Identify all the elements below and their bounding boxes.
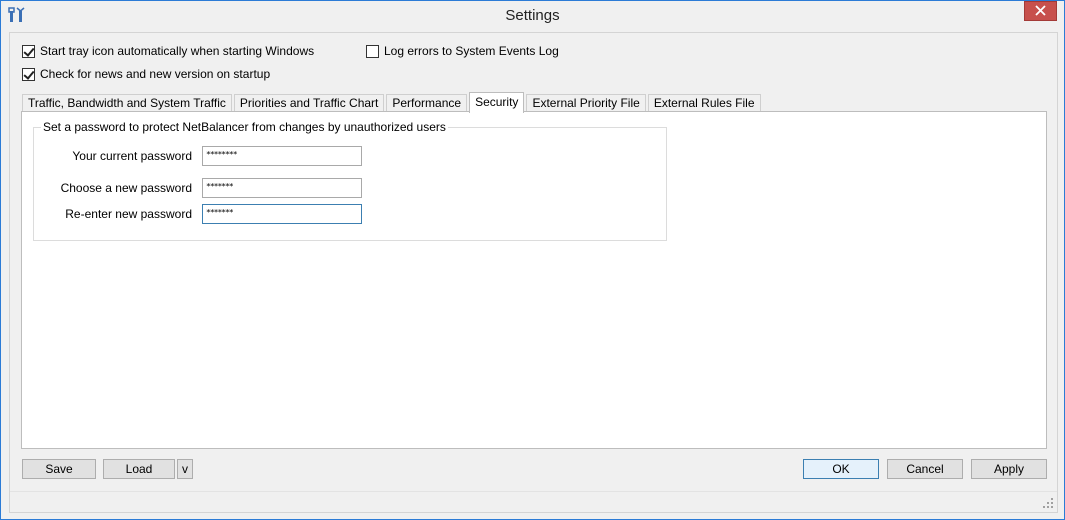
- reenter-password-label: Re-enter new password: [65, 207, 192, 221]
- log-errors-checkbox[interactable]: [366, 44, 379, 58]
- load-button[interactable]: Load: [103, 459, 175, 479]
- check-news-label[interactable]: Check for news and new version on startu…: [40, 67, 270, 81]
- tab-security[interactable]: Security: [469, 92, 525, 113]
- start-tray-option[interactable]: Start tray icon automatically when start…: [22, 43, 314, 59]
- tab-performance[interactable]: Performance: [386, 94, 468, 112]
- tab-priorities-chart[interactable]: Priorities and Traffic Chart: [233, 94, 385, 112]
- settings-tabs: Traffic, Bandwidth and System Traffic Pr…: [22, 92, 763, 113]
- window-title: Settings: [505, 7, 560, 24]
- tab-external-priority-file[interactable]: External Priority File: [526, 94, 646, 112]
- security-tab-panel: Set a password to protect NetBalancer fr…: [21, 111, 1047, 449]
- log-errors-label[interactable]: Log errors to System Events Log: [384, 44, 559, 58]
- current-password-field[interactable]: ********: [202, 146, 362, 166]
- save-button[interactable]: Save: [22, 459, 96, 479]
- ok-button[interactable]: OK: [803, 459, 879, 479]
- reenter-password-field[interactable]: *******: [202, 204, 362, 224]
- close-button[interactable]: [1024, 1, 1057, 21]
- cancel-button[interactable]: Cancel: [887, 459, 963, 479]
- apply-button[interactable]: Apply: [971, 459, 1047, 479]
- resize-grip-icon[interactable]: [1042, 497, 1054, 509]
- tab-external-rules-file[interactable]: External Rules File: [647, 94, 761, 112]
- log-errors-option[interactable]: Log errors to System Events Log: [366, 43, 559, 59]
- check-news-option[interactable]: Check for news and new version on startu…: [22, 66, 270, 82]
- status-bar: [10, 491, 1057, 512]
- password-group-title: Set a password to protect NetBalancer fr…: [41, 120, 448, 134]
- new-password-label: Choose a new password: [60, 181, 192, 195]
- close-icon: [1035, 5, 1046, 16]
- password-groupbox: Set a password to protect NetBalancer fr…: [33, 120, 667, 241]
- settings-content: Start tray icon automatically when start…: [9, 32, 1058, 513]
- new-password-field[interactable]: *******: [202, 178, 362, 198]
- start-tray-checkbox[interactable]: [22, 44, 35, 58]
- check-news-checkbox[interactable]: [22, 67, 35, 81]
- load-menu-button[interactable]: v: [177, 459, 193, 479]
- tab-traffic-bandwidth[interactable]: Traffic, Bandwidth and System Traffic: [22, 94, 232, 112]
- title-bar[interactable]: Settings: [1, 1, 1064, 32]
- settings-window: Settings Start tray icon automatically w…: [0, 0, 1065, 520]
- start-tray-label[interactable]: Start tray icon automatically when start…: [40, 44, 314, 58]
- current-password-label: Your current password: [72, 149, 192, 163]
